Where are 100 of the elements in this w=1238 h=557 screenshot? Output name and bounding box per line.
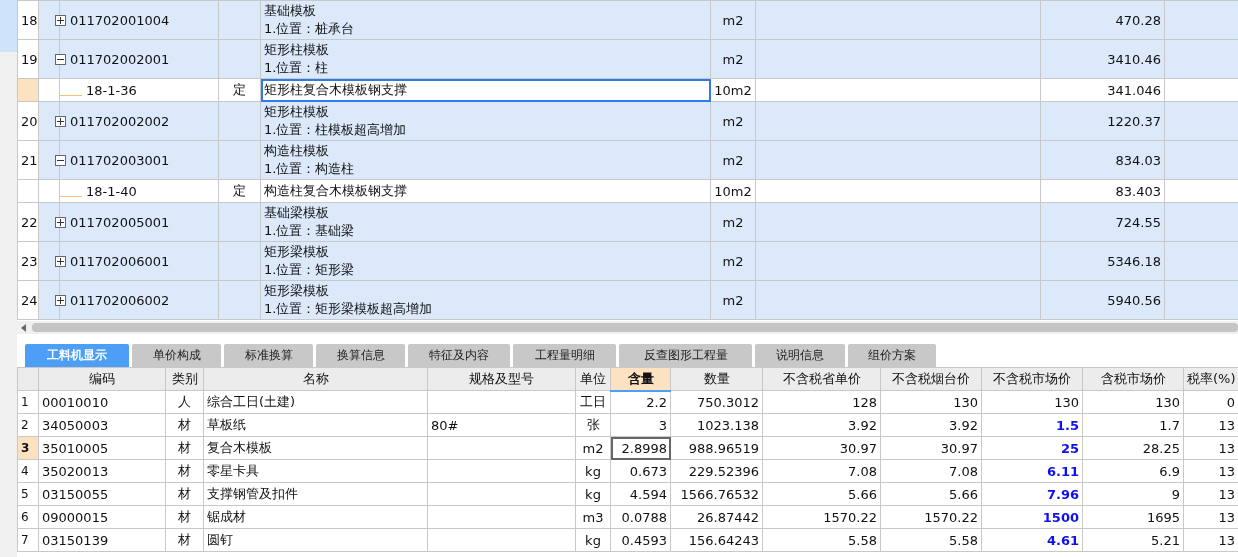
item-type: 定 (233, 82, 246, 97)
item-code: 011702005001 (70, 214, 170, 230)
column-header[interactable]: 不含税市场价 (981, 367, 1083, 391)
item-name: 基础梁模板 (264, 204, 330, 222)
plus-icon[interactable] (55, 216, 66, 228)
column-header[interactable]: 单位 (575, 367, 611, 391)
table-cell: 1570.22 (762, 505, 881, 529)
table-cell: 锯成材 (203, 505, 428, 529)
column-header[interactable]: 类别 (165, 367, 204, 391)
table-cell: 5.58 (762, 528, 881, 552)
plus-icon[interactable] (55, 255, 66, 267)
table-cell: 128 (762, 390, 881, 414)
tab[interactable]: 标准换算 (224, 344, 313, 367)
table-cell: 圆钉 (203, 528, 428, 552)
minus-icon[interactable] (55, 154, 66, 166)
row-number: 7 (17, 528, 39, 552)
table-cell: 988.96519 (670, 436, 763, 460)
table-cell: 35010005 (38, 436, 166, 460)
tab[interactable]: 换算信息 (316, 344, 405, 367)
row-number: 23 (17, 241, 39, 281)
table-cell: 229.52396 (670, 459, 763, 483)
item-feature: 1.位置：矩形梁模板超高增加 (264, 300, 434, 318)
table-cell: 材 (165, 528, 204, 552)
table-cell: 0.673 (610, 459, 671, 483)
table-cell: 750.3012 (670, 390, 763, 414)
table-cell: 03150055 (38, 482, 166, 506)
column-header[interactable]: 名称 (203, 367, 428, 391)
table-cell: 支撑钢管及扣件 (203, 482, 428, 506)
tab[interactable]: 组价方案 (848, 344, 936, 367)
column-header[interactable]: 含量 (610, 367, 671, 391)
plus-icon[interactable] (55, 14, 66, 26)
minus-icon[interactable] (55, 53, 66, 65)
table-cell: 7.96 (981, 482, 1083, 506)
tab[interactable]: 特征及内容 (408, 344, 510, 367)
table-cell: 1570.22 (880, 505, 982, 529)
tab[interactable]: 工程量明细 (513, 344, 616, 367)
scrollbar-thumb[interactable] (32, 323, 1238, 332)
table-cell: 6.9 (1082, 459, 1184, 483)
column-header[interactable]: 编码 (38, 367, 166, 391)
table-cell: m3 (575, 505, 611, 529)
tab[interactable]: 反查图形工程量 (619, 344, 752, 367)
row-number: 19 (17, 39, 39, 79)
item-feature: 1.位置：柱 (264, 59, 330, 77)
item-code: 011702001004 (70, 12, 170, 28)
table-cell: 130 (880, 390, 982, 414)
table-cell: kg (575, 528, 611, 552)
quantity: 724.55 (1115, 214, 1161, 230)
table-cell: 2.8998 (610, 436, 671, 460)
table-cell: 34050003 (38, 413, 166, 437)
item-code: 011702006002 (70, 292, 170, 308)
item-feature: 1.位置：柱模板超高增加 (264, 121, 408, 139)
item-name: 矩形梁模板 (264, 243, 330, 261)
quantity: 1220.37 (1107, 113, 1161, 129)
table-cell: 3.92 (762, 413, 881, 437)
left-arrow-icon[interactable] (21, 323, 26, 332)
table-cell: 156.64243 (670, 528, 763, 552)
row-number: 3 (17, 436, 39, 460)
table-cell: 30.97 (762, 436, 881, 460)
item-type: 定 (233, 183, 246, 198)
table-cell: 1.5 (981, 413, 1083, 437)
column-header[interactable]: 规格及型号 (427, 367, 576, 391)
table-cell: 80# (427, 413, 576, 437)
table-cell: 35020013 (38, 459, 166, 483)
column-header[interactable]: 不含税烟台价 (880, 367, 982, 391)
column-header[interactable]: 数量 (670, 367, 763, 391)
table-cell: 7.08 (880, 459, 982, 483)
item-feature: 1.位置：基础梁 (264, 222, 356, 240)
quantity: 341.046 (1107, 82, 1161, 98)
row-number: 24 (17, 280, 39, 320)
table-cell: 09000015 (38, 505, 166, 529)
plus-icon[interactable] (55, 294, 66, 306)
column-header[interactable]: 含税市场价 (1082, 367, 1184, 391)
column-header[interactable]: 不含税省单价 (762, 367, 881, 391)
plus-icon[interactable] (55, 115, 66, 127)
tab[interactable]: 说明信息 (755, 344, 845, 367)
table-cell: 材 (165, 436, 204, 460)
table-cell: 28.25 (1082, 436, 1184, 460)
tab[interactable]: 单价构成 (132, 344, 221, 367)
row-number: 22 (17, 202, 39, 242)
row-number: 4 (17, 459, 39, 483)
item-name: 矩形柱模板 (264, 41, 330, 59)
item-name: 矩形柱复合木模板钢支撑 (264, 82, 407, 97)
unit: m2 (722, 253, 744, 269)
table-cell: kg (575, 459, 611, 483)
table-cell: 7.08 (762, 459, 881, 483)
unit: 10m2 (714, 183, 752, 199)
quantity: 3410.46 (1107, 51, 1161, 67)
horizontal-scrollbar[interactable] (17, 321, 1238, 334)
column-header[interactable]: 税率(%) (1183, 367, 1238, 391)
table-cell: 25 (981, 436, 1083, 460)
item-feature: 1.位置：矩形梁 (264, 261, 356, 279)
item-code: 011702002001 (70, 51, 170, 67)
table-cell: 03150139 (38, 528, 166, 552)
table-cell: 材 (165, 459, 204, 483)
table-cell: 130 (981, 390, 1083, 414)
item-code: 011702006001 (70, 253, 170, 269)
table-cell: 材 (165, 413, 204, 437)
table-cell: 1500 (981, 505, 1083, 529)
table-cell: 30.97 (880, 436, 982, 460)
item-feature: 1.位置：桩承台 (264, 20, 356, 38)
